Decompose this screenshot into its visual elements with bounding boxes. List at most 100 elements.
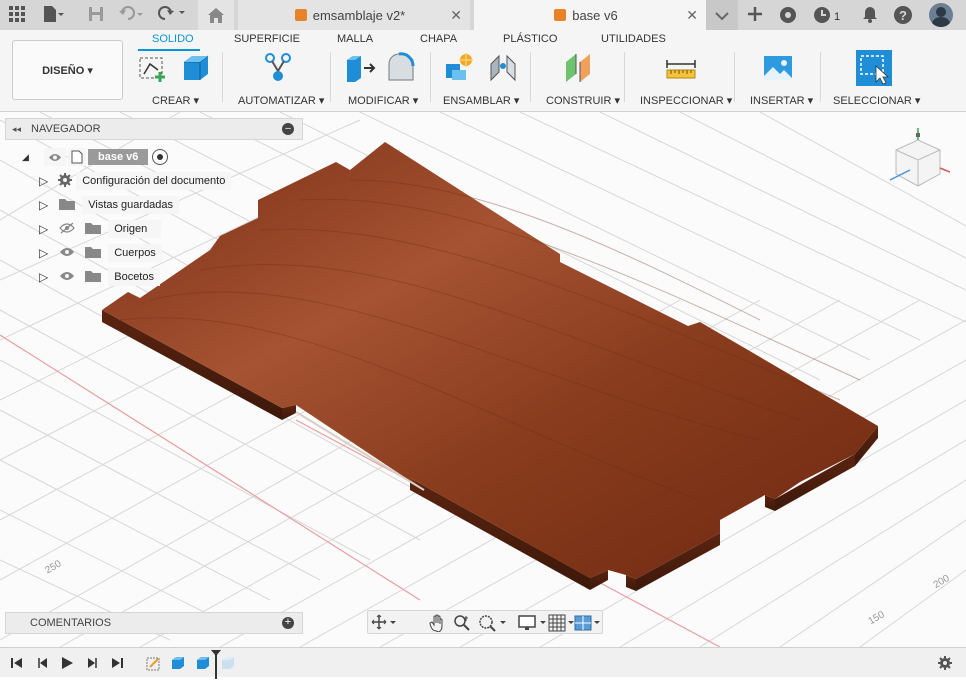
group-construir[interactable]: CONSTRUIR ▾: [546, 94, 620, 107]
group-seleccionar[interactable]: SELECCIONAR ▾: [833, 94, 920, 107]
tab-superficie[interactable]: SUPERFICIE: [234, 33, 300, 45]
save-icon[interactable]: [86, 5, 106, 25]
visibility-eye-icon[interactable]: [44, 148, 66, 166]
group-modificar[interactable]: MODIFICAR ▾: [348, 94, 418, 107]
step-back-icon[interactable]: [36, 656, 50, 673]
group-ensamblar[interactable]: ENSAMBLAR ▾: [443, 94, 519, 107]
timeline-settings-gear-icon[interactable]: [937, 655, 953, 674]
timeline-extrude-icon[interactable]: [170, 655, 186, 674]
job-status[interactable]: 1: [812, 5, 840, 28]
tab-chapa[interactable]: CHAPA: [420, 33, 457, 45]
navigation-bar: [367, 610, 603, 634]
title-bar: emsamblaje v2* ✕ base v6 ✕ 1 ?: [0, 0, 966, 30]
construct-plane-icon[interactable]: [562, 52, 594, 84]
app-grid-icon[interactable]: [7, 5, 27, 25]
comments-panel[interactable]: COMENTARIOS +: [5, 612, 303, 634]
toolbar-separator: [820, 52, 821, 102]
add-comment-icon[interactable]: +: [282, 617, 294, 629]
toolbar-separator: [222, 52, 223, 102]
svg-text:150: 150: [867, 609, 887, 627]
expand-triangle-icon[interactable]: ▷: [39, 222, 48, 236]
hidden-eye-icon[interactable]: [58, 222, 76, 237]
navigator-panel[interactable]: ◂◂ NAVEGADOR –: [5, 118, 303, 140]
group-crear[interactable]: CREAR ▾: [152, 94, 199, 107]
timeline-extrude-icon[interactable]: [220, 655, 236, 674]
collapse-panel-icon[interactable]: ◂◂: [12, 124, 21, 135]
measure-icon[interactable]: [665, 52, 697, 84]
tree-item-vistas[interactable]: ▷ Vistas guardadas: [39, 195, 180, 215]
file-menu-icon[interactable]: [42, 5, 64, 25]
ribbon-toolbar: DISEÑO ▾ SOLIDO SUPERFICIE MALLA CHAPA P…: [0, 30, 966, 112]
tree-item-config[interactable]: ▷ Configuración del documento: [39, 171, 232, 191]
home-tab[interactable]: [198, 0, 234, 30]
svg-text:250: 250: [43, 558, 63, 576]
gear-icon: [58, 172, 73, 190]
redo-icon[interactable]: [157, 5, 185, 25]
zoom-window-icon[interactable]: [478, 614, 508, 635]
view-cube[interactable]: [880, 128, 951, 198]
play-icon[interactable]: [60, 656, 74, 673]
press-pull-icon[interactable]: [344, 52, 376, 84]
tree-item-label: Origen: [108, 220, 162, 238]
toolbar-separator: [430, 52, 431, 102]
tree-item-cuerpos[interactable]: ▷ Cuerpos: [39, 243, 162, 263]
tree-item-bocetos[interactable]: ▷ Bocetos: [39, 267, 160, 287]
expand-triangle-icon[interactable]: ▷: [39, 198, 48, 212]
tab-plastico[interactable]: PLÁSTICO: [503, 33, 557, 45]
create-sketch-icon[interactable]: [138, 52, 170, 84]
zoom-icon[interactable]: [453, 614, 471, 635]
group-automatizar[interactable]: AUTOMATIZAR ▾: [238, 94, 324, 107]
tab-solido[interactable]: SOLIDO: [152, 33, 194, 45]
pan-hand-icon[interactable]: [428, 614, 446, 635]
group-inspeccionar[interactable]: INSPECCIONAR ▾: [640, 94, 732, 107]
expand-triangle-icon[interactable]: ▷: [39, 270, 48, 284]
visibility-eye-icon[interactable]: [58, 270, 76, 285]
fillet-icon[interactable]: [385, 52, 417, 84]
timeline-sketch-icon[interactable]: [146, 655, 162, 674]
expand-triangle-icon[interactable]: ◢: [22, 152, 34, 163]
expand-triangle-icon[interactable]: ▷: [39, 174, 48, 188]
help-icon[interactable]: ?: [893, 5, 913, 25]
new-component-icon[interactable]: [442, 52, 474, 84]
workspace-mode-button[interactable]: DISEÑO ▾: [12, 40, 123, 100]
tree-item-label: Cuerpos: [108, 244, 162, 262]
tab-malla[interactable]: MALLA: [337, 33, 373, 45]
expand-triangle-icon[interactable]: ▷: [39, 246, 48, 260]
toolbar-separator: [530, 52, 531, 102]
group-insertar[interactable]: INSERTAR ▾: [750, 94, 813, 107]
job-count: 1: [834, 10, 841, 23]
visibility-eye-icon[interactable]: [58, 246, 76, 261]
comments-title: COMENTARIOS: [30, 617, 112, 629]
avatar[interactable]: [929, 3, 953, 27]
tab-emsamblaje[interactable]: emsamblaje v2* ✕: [238, 0, 470, 30]
orbit-icon[interactable]: [371, 614, 397, 633]
tree-item-origen[interactable]: ▷ Origen: [39, 219, 162, 239]
extensions-icon[interactable]: [778, 5, 798, 25]
go-to-start-icon[interactable]: [10, 656, 24, 673]
undo-icon[interactable]: [118, 5, 143, 25]
select-icon[interactable]: [856, 50, 892, 86]
tab-overflow-button[interactable]: [706, 0, 738, 30]
grid-settings-icon[interactable]: [548, 614, 576, 635]
timeline-extrude-icon[interactable]: [195, 655, 211, 674]
tab-utilidades[interactable]: UTILIDADES: [601, 33, 666, 45]
display-settings-icon[interactable]: [518, 615, 548, 634]
new-tab-icon[interactable]: [745, 5, 765, 25]
step-forward-icon[interactable]: [85, 656, 99, 673]
go-to-end-icon[interactable]: [110, 656, 124, 673]
root-label: base v6: [88, 149, 149, 165]
folder-icon: [84, 221, 102, 238]
tab-base[interactable]: base v6 ✕: [474, 0, 706, 30]
insert-image-icon[interactable]: [762, 52, 794, 84]
tree-root[interactable]: ◢ base v6: [22, 147, 169, 167]
extrude-icon[interactable]: [180, 52, 212, 84]
close-tab-icon[interactable]: ✕: [450, 7, 462, 24]
canvas-viewport[interactable]: 250 200 150: [0, 112, 966, 647]
close-tab-icon[interactable]: ✕: [686, 7, 698, 24]
activate-radio[interactable]: [152, 149, 169, 165]
minimize-panel-icon[interactable]: –: [282, 123, 294, 135]
joint-icon[interactable]: [487, 52, 519, 84]
automate-icon[interactable]: [262, 52, 294, 84]
notifications-bell-icon[interactable]: [860, 5, 880, 25]
viewports-icon[interactable]: [574, 614, 602, 635]
